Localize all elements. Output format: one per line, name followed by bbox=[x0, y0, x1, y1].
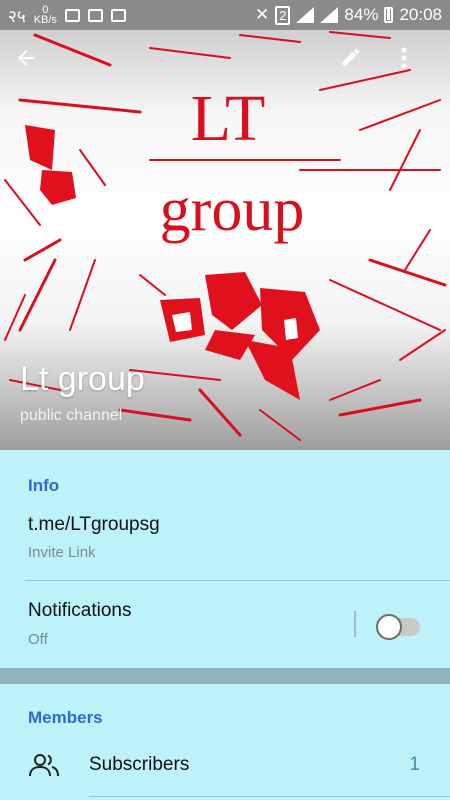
section-separator bbox=[0, 668, 450, 684]
info-header: Info bbox=[28, 476, 60, 495]
subscribers-count: 1 bbox=[409, 754, 420, 775]
clock: 20:08 bbox=[399, 5, 442, 24]
notifications-toggle[interactable] bbox=[376, 614, 420, 640]
status-left-text: २५ bbox=[8, 6, 26, 26]
notification-icon bbox=[110, 8, 126, 22]
notifications-row[interactable]: Notifications Off bbox=[0, 588, 450, 660]
battery-percent: 84% bbox=[344, 5, 379, 24]
sim-label: 2 bbox=[275, 5, 291, 25]
members-header: Members bbox=[28, 708, 103, 727]
notifications-label: Notifications bbox=[28, 600, 132, 621]
signal-icon bbox=[296, 7, 315, 23]
more-vertical-icon bbox=[401, 47, 407, 69]
logo-line1: LT bbox=[191, 82, 266, 155]
status-left: २५ 0 KB/s bbox=[8, 4, 126, 27]
back-button[interactable] bbox=[14, 46, 54, 86]
more-options-button[interactable] bbox=[400, 46, 440, 86]
logo-line2: group bbox=[160, 176, 305, 244]
status-right: ✕ 2 84% 20:08 bbox=[255, 5, 442, 25]
invite-link-row[interactable]: t.me/LTgroupsg Invite Link bbox=[0, 506, 450, 578]
divider bbox=[89, 796, 450, 797]
battery-icon bbox=[384, 7, 394, 23]
arrow-left-icon bbox=[18, 50, 34, 66]
network-speed: 0 KB/s bbox=[33, 5, 57, 26]
members-section: Members Subscribers 1 bbox=[0, 684, 450, 800]
signal-icon-2 bbox=[320, 7, 339, 23]
mute-icon: ✕ bbox=[254, 5, 270, 24]
info-section: Info t.me/LTgroupsg Invite Link Notifica… bbox=[0, 450, 450, 668]
image-icon bbox=[87, 8, 103, 22]
channel-header: LT group Lt group public channel bbox=[0, 30, 450, 450]
channel-title: Lt group bbox=[20, 360, 145, 398]
vertical-separator bbox=[354, 611, 356, 637]
invite-link-caption: Invite Link bbox=[28, 544, 96, 561]
toggle-knob bbox=[376, 614, 402, 640]
pencil-icon bbox=[342, 48, 360, 66]
channel-type: public channel bbox=[20, 407, 123, 424]
status-bar: २५ 0 KB/s ✕ 2 84% 20:08 bbox=[0, 0, 450, 30]
mail-icon bbox=[64, 8, 80, 22]
network-speed-unit: KB/s bbox=[33, 14, 57, 26]
subscribers-label: Subscribers bbox=[89, 754, 190, 775]
divider bbox=[25, 580, 450, 581]
notifications-value: Off bbox=[28, 631, 48, 648]
people-icon bbox=[29, 754, 59, 777]
edit-button[interactable] bbox=[340, 46, 380, 86]
invite-link-value: t.me/LTgroupsg bbox=[28, 514, 160, 535]
subscribers-row[interactable]: Subscribers 1 bbox=[0, 742, 450, 792]
